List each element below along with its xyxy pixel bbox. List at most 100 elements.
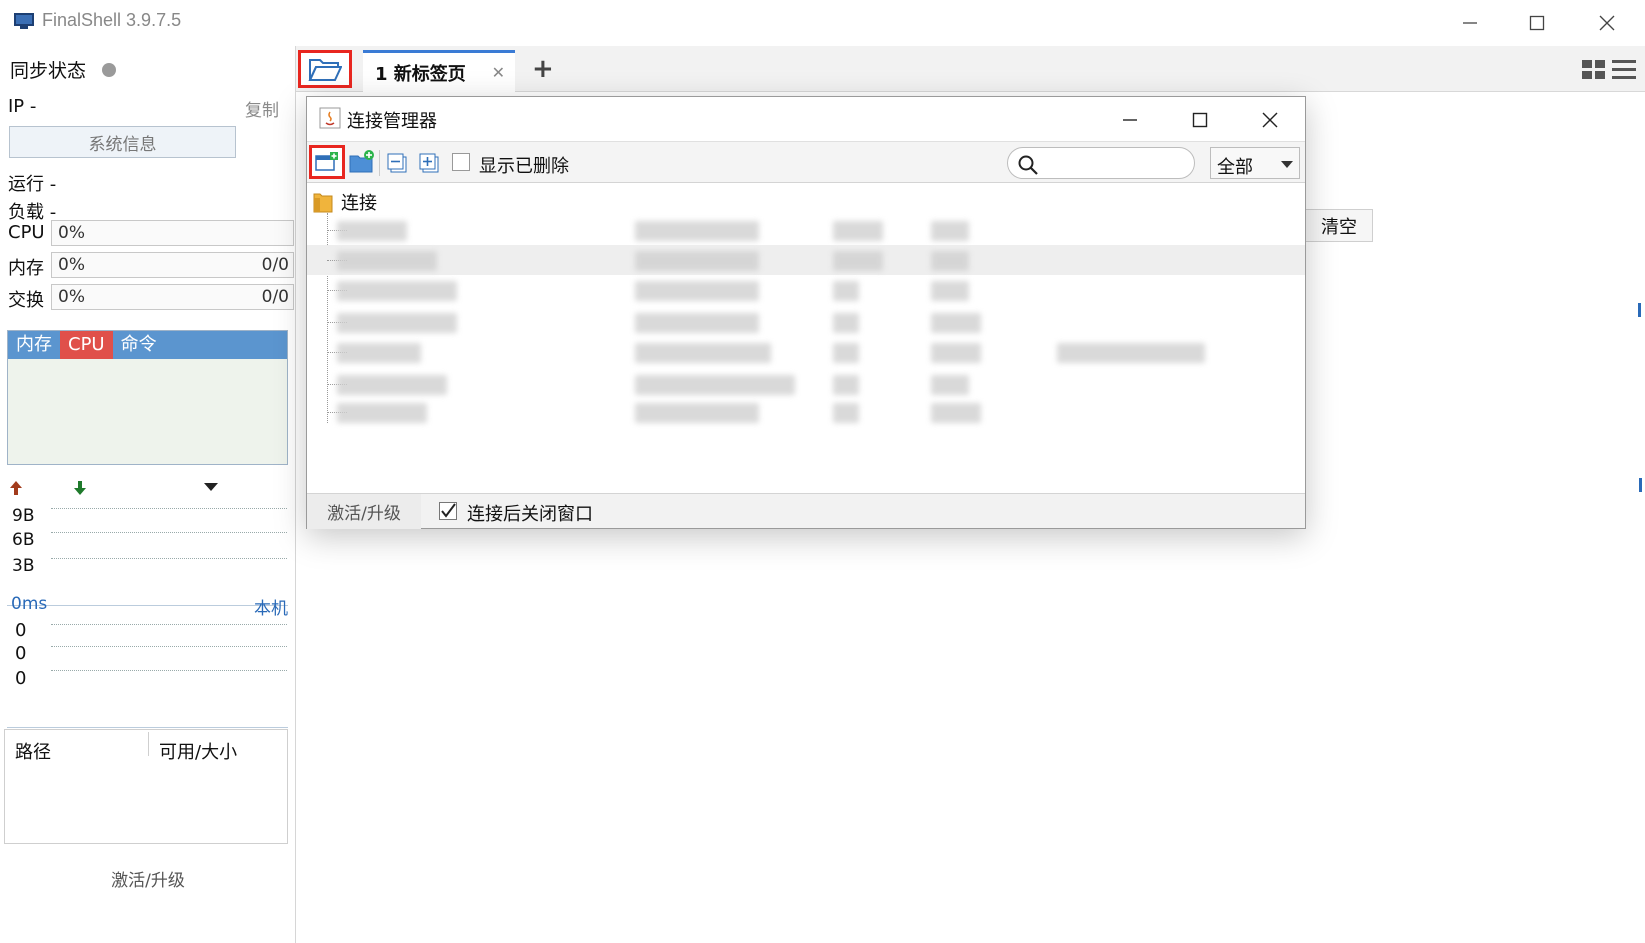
dialog-minimize-button[interactable] [1107,105,1153,135]
connection-row[interactable] [307,337,1305,367]
grid-line [51,508,287,509]
redacted-host [635,403,759,423]
grid-line [51,624,287,625]
connection-row-selected[interactable] [307,245,1305,275]
dialog-titlebar: 连接管理器 [307,97,1305,141]
tab-new-tab[interactable]: 1 新标签页 ✕ [363,50,515,92]
activate-upgrade-link[interactable]: 激活/升级 [0,866,296,891]
net-tick: 3B [12,556,35,576]
redacted-host [635,251,759,271]
tab-cpu[interactable]: CPU [60,331,113,359]
chevron-down-icon [1281,161,1293,168]
dialog-activate-upgrade-button[interactable]: 激活/升级 [307,494,421,529]
clear-button[interactable]: 清空 [1305,209,1373,242]
redacted-port [833,281,859,301]
copy-ip-link[interactable]: 复制 [245,96,279,121]
connection-tree: 连接 [307,183,1305,493]
tree-root-folder[interactable]: 连接 [313,189,377,215]
dialog-maximize-button[interactable] [1177,105,1223,135]
ping-value: 0 [15,620,27,641]
dialog-close-button[interactable] [1247,105,1293,135]
grid-view-icon[interactable] [1582,60,1606,80]
ping-latency: 0ms [11,594,48,614]
filter-select[interactable]: 全部 [1210,147,1300,179]
show-deleted-checkbox[interactable] [452,153,470,171]
system-info-button[interactable]: 系统信息 [9,126,236,158]
connection-row[interactable] [307,369,1305,399]
close-after-connect-checkbox[interactable] [439,502,457,520]
redacted-host [635,313,759,333]
window-titlebar: FinalShell 3.9.7.5 [0,0,1645,46]
redacted-user [931,313,981,333]
new-connection-button[interactable] [309,145,345,179]
swap-meter: 交换 0% 0/0 [8,284,294,311]
redacted-host [635,343,771,363]
redacted-user [931,221,969,241]
redacted-port [833,343,859,363]
open-connection-manager-button[interactable] [298,50,352,88]
maximize-button[interactable] [1512,8,1562,38]
net-tick: 9B [12,506,35,526]
toolbar-separator [379,150,380,176]
grid-line [51,646,287,647]
connection-row[interactable] [307,307,1305,337]
cpu-meter-percent: 0% [58,223,85,243]
redacted-name [337,343,421,363]
tab-command[interactable]: 命令 [113,331,165,359]
ping-value: 0 [15,643,27,664]
tree-root-label: 连接 [341,193,377,214]
redacted-port [833,221,883,241]
search-icon [1018,155,1038,175]
scroll-marker [1639,478,1642,492]
grid-line [51,532,287,533]
ping-value: 0 [15,668,27,689]
redacted-port [833,403,859,423]
redacted-user [931,251,969,271]
net-tick: 6B [12,530,35,550]
memory-meter-bar: 0% 0/0 [51,252,294,278]
ping-host-link[interactable]: 本机 [254,594,288,619]
memory-meter-ratio: 0/0 [261,255,289,275]
search-input[interactable] [1007,147,1195,179]
list-view-icon[interactable] [1612,60,1636,80]
collapse-all-icon[interactable] [387,153,407,173]
disk-path-header[interactable]: 路径 [15,738,51,764]
connection-row[interactable] [307,397,1305,427]
new-folder-icon[interactable] [349,150,375,174]
swap-meter-percent: 0% [58,287,85,307]
close-tab-icon[interactable]: ✕ [492,63,505,82]
sync-status-label: 同步状态 [10,60,87,82]
close-button[interactable] [1582,8,1632,38]
process-tabs: 内存 CPU 命令 [8,331,287,359]
tab-memory[interactable]: 内存 [8,331,60,359]
redacted-note [1057,343,1205,363]
java-icon [319,107,341,129]
cpu-meter-label: CPU [8,222,45,243]
scroll-marker [1638,303,1641,317]
minimize-button[interactable] [1445,8,1495,38]
tab-bar: 1 新标签页 ✕ + [296,46,1645,92]
redacted-port [833,251,883,271]
redacted-port [833,313,859,333]
add-tab-button[interactable]: + [532,54,554,84]
network-header [7,478,288,500]
connection-row[interactable] [307,215,1305,245]
redacted-name [337,281,457,301]
grid-line [51,558,287,559]
cpu-meter: CPU 0% [8,220,294,246]
disk-size-header[interactable]: 可用/大小 [159,738,237,764]
interface-dropdown-icon[interactable] [203,482,219,492]
redacted-host [635,221,759,241]
redacted-host [635,375,795,395]
redacted-name [337,313,457,333]
redacted-user [931,281,969,301]
swap-meter-label: 交换 [8,290,44,311]
redacted-port [833,375,859,395]
close-icon [1599,15,1615,31]
connection-row[interactable] [307,275,1305,305]
expand-all-icon[interactable] [419,153,439,173]
connection-manager-dialog: 连接管理器 显示已删除 全部 连接 激活/升级 连接后关闭窗口 [306,96,1306,529]
redacted-name [337,221,407,241]
sidebar: 同步状态 IP - 复制 系统信息 运行 - 负载 - CPU 0% 内存 0%… [0,46,296,943]
finalshell-icon [14,13,34,29]
